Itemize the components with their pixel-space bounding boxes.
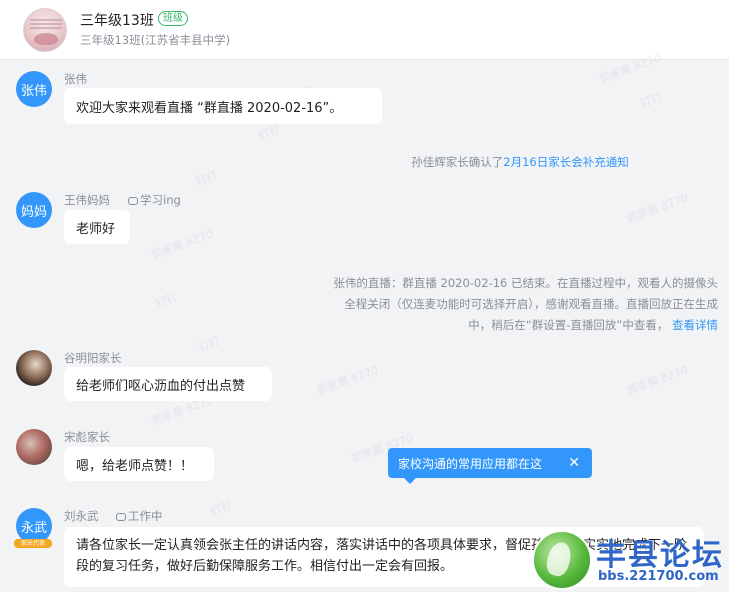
sender-name: 王伟妈妈: [64, 193, 110, 207]
chat-bubble-icon: [128, 196, 138, 205]
watermark-app: 钉钉: [208, 498, 234, 519]
watermark-app: 钉钉: [196, 334, 222, 355]
notice-text: 中，稍后在“群设置-直播回放”中查看，: [468, 318, 669, 332]
message-bubble[interactable]: 嗯，给老师点赞！！: [64, 447, 214, 481]
sender-name: 张伟: [64, 72, 87, 86]
avatar[interactable]: [16, 429, 52, 465]
watermark: 郭家晨 8270: [624, 191, 690, 226]
notice-line: 中，稍后在“群设置-直播回放”中查看， 查看详情: [318, 315, 718, 336]
group-subtitle: 三年级13班(江苏省丰县中学): [80, 33, 231, 47]
status-label: 工作中: [116, 508, 163, 524]
status-label: 学习ing: [128, 192, 181, 208]
system-notice: 张伟的直播：群直播 2020-02-16 已结束。在直播过程中，观看人的摄像头 …: [318, 273, 718, 336]
close-icon[interactable]: ✕: [568, 454, 580, 472]
sender-name: 谷明阳家长: [64, 351, 122, 365]
system-notice: 孙佳辉家长确认了2月16日家长会补充通知: [300, 152, 729, 173]
watermark-app: 钉钉: [256, 122, 282, 143]
notice-link[interactable]: 2月16日家长会补充通知: [503, 155, 628, 169]
status-text: 学习ing: [140, 193, 181, 207]
chat-bubble-icon: [116, 512, 126, 521]
apps-tooltip: 家校沟通的常用应用都在这 ✕: [388, 448, 592, 484]
notice-text: 孙佳辉家长确认了: [411, 155, 504, 169]
watermark: 郭家晨 8270: [314, 363, 380, 398]
notice-line: 张伟的直播：群直播 2020-02-16 已结束。在直播过程中，观看人的摄像头: [333, 276, 718, 290]
message-bubble[interactable]: 欢迎大家来观看直播 “群直播 2020-02-16”。: [64, 88, 382, 124]
watermark-app: 钉钉: [638, 90, 664, 111]
group-avatar-flower: [34, 33, 58, 45]
watermark: 郭家晨 8270: [149, 227, 215, 262]
avatar[interactable]: 妈妈: [16, 192, 52, 228]
notice-line: 全程关闭（仅连麦功能时可选择开启），感谢观看直播。直播回放正在生成: [344, 297, 718, 311]
watermark: 郭家晨 8270: [624, 363, 690, 398]
message-bubble[interactable]: 给老师们呕心沥血的付出点赞: [64, 367, 272, 401]
group-avatar[interactable]: [23, 8, 67, 52]
sender-name: 宋彪家长: [64, 430, 110, 444]
view-details-link[interactable]: 查看详情: [672, 318, 718, 332]
tooltip-arrow: [404, 478, 416, 484]
forum-logo-icon: [532, 530, 592, 590]
class-tag-badge: 班级: [158, 11, 188, 26]
forum-name: 丰县论坛: [596, 538, 724, 573]
status-text: 工作中: [128, 509, 163, 523]
watermark-app: 钉钉: [193, 168, 219, 189]
watermark-app: 钉钉: [153, 290, 179, 311]
chat-header: 三年级13班 班级 三年级13班(江苏省丰县中学): [0, 0, 729, 60]
group-title[interactable]: 三年级13班: [80, 10, 154, 30]
forum-logo: 丰县论坛 bbs.221700.com: [530, 528, 729, 592]
tooltip-text: 家校沟通的常用应用都在这: [398, 456, 543, 471]
message-bubble[interactable]: 老师好: [64, 210, 130, 244]
forum-url: bbs.221700.com: [598, 569, 719, 584]
sender-name: 刘永武: [64, 509, 99, 523]
avatar[interactable]: 张伟: [16, 71, 52, 107]
parent-rep-badge: 家长代表: [14, 539, 52, 548]
avatar[interactable]: [16, 350, 52, 386]
group-avatar-text-lines: [30, 19, 62, 21]
